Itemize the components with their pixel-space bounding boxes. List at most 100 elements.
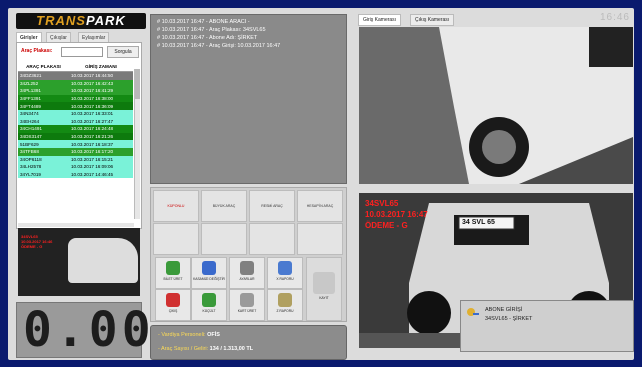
- vehicle-type-official-button[interactable]: RESMİ ARAÇ: [249, 190, 295, 222]
- minimize-button[interactable]: KÜÇÜLT: [191, 289, 227, 321]
- button-label: ÇIKIŞ: [168, 309, 178, 313]
- amount-display: 0.00: [16, 302, 155, 358]
- column-header-plate[interactable]: ARAÇ PLAKASI: [18, 61, 69, 72]
- table-row[interactable]: 34ZL252 10.03.2017 16:42:43: [18, 79, 133, 88]
- app-logo: TRANSPARK: [16, 13, 146, 29]
- event-log: # 10.03.2017 16:47 - ABONE ARACI - # 10.…: [150, 14, 347, 184]
- cell-entry-time: 10.03.2017 16:27:47: [70, 118, 114, 124]
- column-header-entry-time[interactable]: GİRİŞ ZAMANI: [68, 61, 133, 72]
- cell-plate: 34OP6118: [20, 156, 42, 162]
- log-line: # 10.03.2017 16:47 - Araç Girişi: 10.03.…: [157, 43, 281, 49]
- table-row[interactable]: 34DZ3621 10.03.2017 16:44:50: [18, 71, 133, 80]
- vehicle-count-row: - Araç Sayısı / Geliri: 134 / 1.313,00 T…: [158, 346, 253, 352]
- empty-action-button[interactable]: [297, 223, 343, 255]
- cell-entry-time: 10.03.2017 16:09:06: [70, 164, 114, 170]
- vehicle-type-account-button[interactable]: HESAP'İN ARAÇ: [297, 190, 343, 222]
- table-row[interactable]: 34OP6118 10.03.2017 16:15:21: [18, 155, 133, 164]
- table-row[interactable]: 34YL7019 10.03.2017 14:46:45: [18, 170, 133, 179]
- camera-overlay-datetime: 10.03.2017 16:47: [365, 210, 428, 219]
- cell-entry-time: 10.03.2017 16:38:00: [70, 96, 114, 102]
- cell-entry-time: 10.03.2017 16:42:43: [70, 80, 114, 86]
- button-label: Z RAPORU: [276, 309, 294, 313]
- action-panel: KÜPONLU BÜYÜK ARAÇ RESMİ ARAÇ HESAP'İN A…: [150, 187, 347, 322]
- query-button[interactable]: Sorgula: [107, 46, 139, 58]
- notification-title: ABONE GİRİŞİ: [485, 307, 523, 313]
- button-label: BİLET ÜRET: [163, 277, 183, 281]
- empty-action-button[interactable]: [153, 223, 199, 255]
- issue-ticket-button[interactable]: BİLET ÜRET: [155, 257, 191, 289]
- record-icon: [313, 272, 335, 294]
- vehicle-count-label: - Araç Sayısı / Geliri:: [158, 346, 209, 352]
- scrollbar-thumb[interactable]: [135, 69, 140, 99]
- table-row[interactable]: 34DS3147 10.03.2017 16:21:26: [18, 132, 133, 141]
- vehicle-type-large-button[interactable]: BÜYÜK ARAÇ: [201, 190, 247, 222]
- table-row[interactable]: 51BF629 10.03.2017 16:18:37: [18, 140, 133, 148]
- cell-plate: 34DS3147: [20, 134, 42, 140]
- vehicle-list-panel: Araç Plakası: Sorgula ARAÇ PLAKASI GİRİŞ…: [16, 42, 142, 229]
- overlay-payment: ÖDEME - G: [21, 244, 43, 249]
- cell-plate: 34DZ3621: [20, 73, 42, 79]
- cell-plate: 34TFB68: [20, 149, 39, 155]
- empty-action-button[interactable]: [201, 223, 247, 255]
- x-report-button[interactable]: X RAPORU: [267, 257, 303, 289]
- key-icon: [467, 308, 479, 316]
- table-row[interactable]: 34CH1491 10.03.2017 16:24:48: [18, 125, 133, 133]
- tab-entry-camera[interactable]: Giriş Kamerası: [358, 14, 402, 26]
- cash-register-icon: [202, 261, 216, 275]
- table-row[interactable]: 34FF1391 10.03.2017 16:38:00: [18, 94, 133, 103]
- camera-overlay-payment: ÖDEME - G: [365, 221, 408, 230]
- table-row[interactable]: 34LH2578 10.03.2017 16:09:06: [18, 163, 133, 171]
- left-camera-overlay: 34SVL65 10.03.2017 16:46 ÖDEME - G: [21, 234, 52, 249]
- settings-button[interactable]: AYARLAR: [229, 257, 265, 289]
- vehicle-type-coupon-button[interactable]: KÜPONLU: [153, 190, 199, 222]
- table-row[interactable]: 34FT4489 10.03.2017 16:36:09: [18, 102, 133, 110]
- table-row[interactable]: 34N3474 10.03.2017 16:33:01: [18, 109, 133, 118]
- horizontal-scrollbar[interactable]: [18, 223, 134, 227]
- car-image: [68, 238, 138, 283]
- cell-plate: 34FF1391: [20, 96, 41, 102]
- tools-icon: [240, 261, 254, 275]
- z-report-button[interactable]: Z RAPORU: [267, 289, 303, 321]
- change-cashier-button[interactable]: KASAMIZI DEĞİŞTİR: [191, 257, 227, 289]
- shift-info-panel: - Vardiya Personeli: OFİS - Araç Sayısı …: [150, 325, 347, 360]
- record-button[interactable]: KAYIT: [306, 257, 342, 321]
- camera-tabs: Giriş Kamerası Çıkış Kamerası: [356, 14, 556, 26]
- cell-entry-time: 10.03.2017 16:15:21: [70, 156, 114, 162]
- cell-entry-time: 10.03.2017 16:44:50: [70, 73, 114, 79]
- cell-plate: 34CH1491: [20, 126, 42, 132]
- cell-entry-time: 10.03.2017 16:24:48: [70, 126, 114, 132]
- issue-card-button[interactable]: KART ÜRET: [229, 289, 265, 321]
- amount-value: 0.00: [23, 302, 155, 358]
- exit-button[interactable]: ÇIKIŞ: [155, 289, 191, 321]
- entry-camera-view: [359, 27, 633, 184]
- left-tabs: Girişler Çıkışlar Eylaşımlar: [16, 32, 146, 43]
- shift-personnel-value: OFİS: [207, 332, 220, 338]
- button-label: KART ÜRET: [237, 309, 257, 313]
- plate-search-input[interactable]: [61, 47, 103, 57]
- log-line: # 10.03.2017 16:47 - ABONE ARACI -: [157, 19, 250, 25]
- table-row[interactable]: 34EH264 10.03.2017 16:27:47: [18, 117, 133, 126]
- cell-plate: 34FT4489: [20, 103, 41, 109]
- tab-exit-camera[interactable]: Çıkış Kamerası: [410, 14, 455, 26]
- vehicle-table: ARAÇ PLAKASI GİRİŞ ZAMANI 34DZ3621 10.03.…: [18, 61, 133, 179]
- plate-search-label: Araç Plakası:: [21, 48, 53, 54]
- button-label: KASAMIZI DEĞİŞTİR: [193, 277, 225, 281]
- table-row[interactable]: 34PL1391 10.03.2017 16:41:29: [18, 87, 133, 95]
- exit-icon: [166, 293, 180, 307]
- log-line: # 10.03.2017 16:47 - Araç Plakası: 34SVL…: [157, 27, 266, 33]
- left-camera-preview: 34SVL65 10.03.2017 16:46 ÖDEME - G: [18, 228, 140, 296]
- table-row[interactable]: 34TFB68 10.03.2017 16:17:20: [18, 147, 133, 156]
- vertical-scrollbar[interactable]: [134, 69, 140, 219]
- log-line: # 10.03.2017 16:47 - Abone Adı: ŞİRKET: [157, 35, 258, 41]
- report-search-icon: [278, 261, 292, 275]
- empty-action-button[interactable]: [249, 223, 295, 255]
- cell-plate: 34LH2578: [20, 164, 42, 170]
- cell-entry-time: 10.03.2017 16:41:29: [70, 88, 114, 94]
- button-label: KAYIT: [319, 296, 329, 300]
- cell-plate: 34EH264: [20, 118, 40, 124]
- cell-plate: 34YL7019: [20, 172, 41, 178]
- card-icon: [240, 293, 254, 307]
- ticket-icon: [166, 261, 180, 275]
- cell-entry-time: 10.03.2017 16:21:26: [70, 134, 114, 140]
- cell-plate: 34ZL252: [20, 80, 39, 86]
